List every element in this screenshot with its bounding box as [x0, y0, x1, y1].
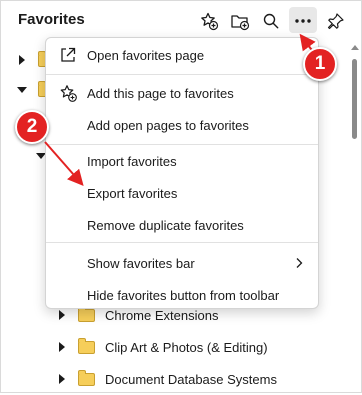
star-add-icon — [60, 85, 77, 102]
menu-item-import-favorites[interactable]: Import favorites — [46, 146, 318, 176]
expand-icon[interactable] — [19, 55, 25, 65]
tree-item-clip-art[interactable]: Clip Art & Photos (& Editing) — [1, 333, 341, 363]
favorites-more-menu: Open favorites page Add this page to fav… — [45, 37, 319, 309]
collapse-icon[interactable] — [17, 87, 27, 93]
menu-item-label: Hide favorites button from toolbar — [87, 288, 280, 303]
expand-icon[interactable] — [59, 310, 65, 320]
menu-divider — [46, 242, 318, 243]
scrollbar[interactable] — [349, 41, 361, 392]
menu-divider — [46, 144, 318, 145]
favorites-panel: Favorites Chrome Extensions Clip Art & P… — [0, 0, 362, 393]
folder-icon — [78, 306, 95, 322]
chevron-right-icon — [296, 258, 303, 268]
menu-item-label: Remove duplicate favorites — [87, 218, 244, 233]
expand-icon[interactable] — [59, 374, 65, 384]
favorites-header: Favorites — [1, 1, 362, 41]
menu-item-hide-favorites-button[interactable]: Hide favorites button from toolbar — [46, 280, 318, 310]
menu-item-label: Add this page to favorites — [87, 86, 234, 101]
menu-item-export-favorites[interactable]: Export favorites — [46, 178, 318, 208]
pin-icon[interactable] — [324, 9, 348, 33]
menu-item-remove-duplicates[interactable]: Remove duplicate favorites — [46, 210, 318, 240]
menu-item-add-open-pages[interactable]: Add open pages to favorites — [46, 110, 318, 140]
menu-item-label: Show favorites bar — [87, 256, 195, 271]
tree-item-label: Chrome Extensions — [105, 308, 219, 323]
expand-icon[interactable] — [59, 342, 65, 352]
more-options-button[interactable] — [289, 7, 317, 33]
scroll-thumb[interactable] — [352, 59, 357, 139]
tree-item-document-database[interactable]: Document Database Systems — [1, 365, 341, 395]
menu-divider — [46, 74, 318, 75]
menu-item-label: Add open pages to favorites — [87, 118, 249, 133]
annotation-badge-1: 1 — [303, 47, 337, 81]
open-external-icon — [61, 47, 76, 62]
folder-icon — [78, 370, 95, 386]
menu-item-show-favorites-bar[interactable]: Show favorites bar — [46, 248, 318, 278]
menu-item-open-favorites-page[interactable]: Open favorites page — [46, 40, 318, 70]
annotation-badge-2: 2 — [15, 110, 49, 144]
more-options-icon — [295, 19, 311, 23]
scroll-up-arrow-icon[interactable] — [351, 45, 359, 50]
add-folder-icon[interactable] — [228, 9, 252, 33]
search-icon[interactable] — [259, 9, 283, 33]
tree-item-label: Document Database Systems — [105, 372, 277, 387]
panel-title: Favorites — [18, 11, 85, 28]
menu-item-label: Import favorites — [87, 154, 177, 169]
tree-item-label: Clip Art & Photos (& Editing) — [105, 340, 268, 355]
menu-item-label: Open favorites page — [87, 48, 205, 63]
menu-item-add-this-page[interactable]: Add this page to favorites — [46, 78, 318, 108]
menu-item-label: Export favorites — [87, 186, 178, 201]
add-favorite-icon[interactable] — [197, 9, 221, 33]
folder-icon — [78, 338, 95, 354]
